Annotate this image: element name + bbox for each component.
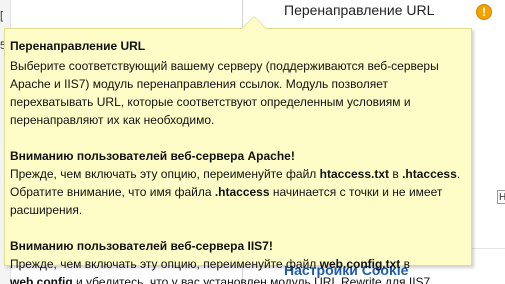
side-control[interactable]: H bbox=[497, 190, 505, 204]
left-fragment: [ bbox=[0, 10, 4, 22]
apache-text: Прежде, чем включать эту опцию, переимен… bbox=[10, 167, 461, 217]
iis-text: Прежде, чем включать эту опцию, переимен… bbox=[10, 257, 434, 284]
tooltip-title: Перенаправление URL bbox=[10, 39, 146, 53]
iis-heading: Вниманию пользователей веб-сервера IIS7! bbox=[10, 239, 273, 253]
admin-page: [ 5 Перенаправление URL ! H Настройки Co… bbox=[0, 0, 505, 284]
tooltip-intro: Выберите соответствующий вашему серверу … bbox=[10, 59, 439, 127]
exclamation-icon[interactable]: ! bbox=[476, 4, 492, 20]
tooltip-arrow bbox=[241, 16, 267, 29]
apache-heading: Вниманию пользователей веб-сервера Apach… bbox=[10, 149, 295, 163]
help-tooltip: Перенаправление URL Выберите соответству… bbox=[4, 16, 472, 284]
setting-label-url-rewrite[interactable]: Перенаправление URL bbox=[284, 2, 434, 18]
